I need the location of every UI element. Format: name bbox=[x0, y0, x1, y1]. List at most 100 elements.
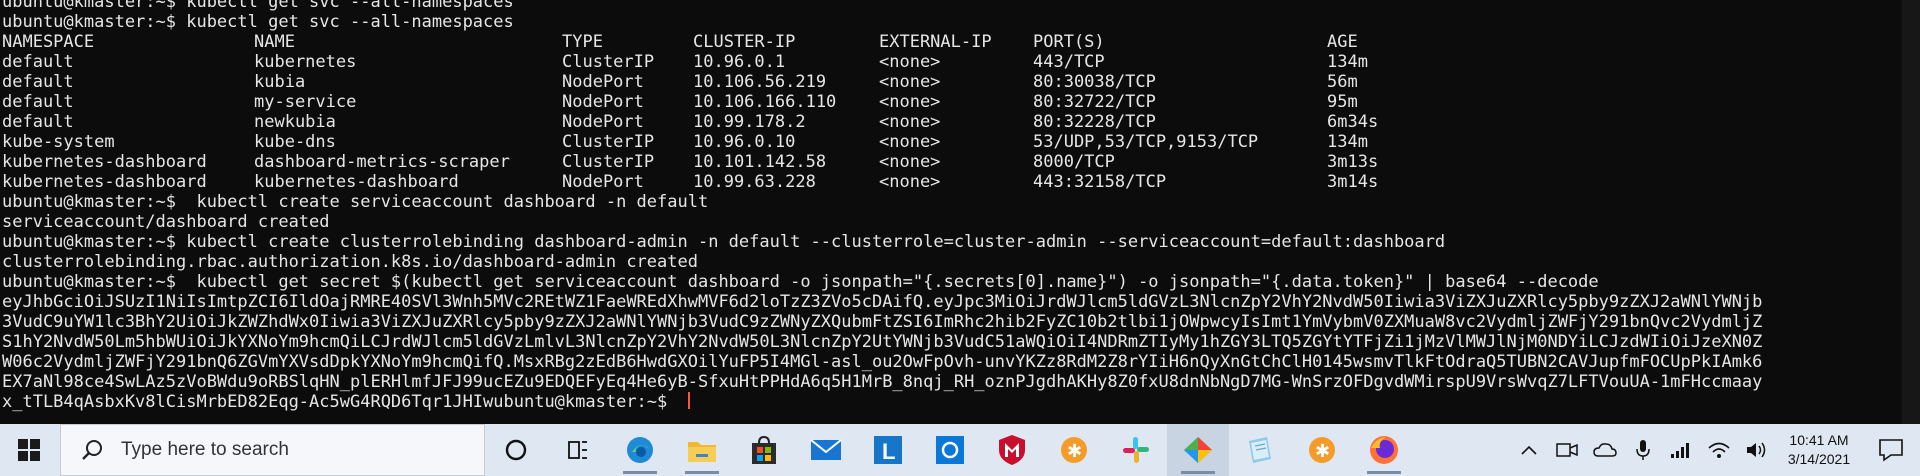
wifi-icon[interactable] bbox=[1700, 424, 1738, 476]
cell-cluster-ip: 10.106.166.110 bbox=[693, 92, 837, 112]
cell-external-ip: <none> bbox=[879, 92, 941, 112]
token-output-line: S1hY2NvdW50Lm5hbWUiOiJkYXNoYm9hcmQiLCJrd… bbox=[2, 332, 1763, 352]
cell-namespace: default bbox=[2, 52, 74, 72]
table-header-row: NAMESPACE NAME TYPE CLUSTER-IP EXTERNAL-… bbox=[2, 32, 1912, 52]
table-row: default newkubia NodePort 10.99.178.2 <n… bbox=[2, 112, 1912, 132]
cell-cluster-ip: 10.106.56.219 bbox=[693, 72, 827, 92]
search-input[interactable] bbox=[119, 438, 453, 462]
cell-age: 56m bbox=[1327, 72, 1358, 92]
cell-name: dashboard-metrics-scraper bbox=[254, 152, 510, 172]
cell-ports: 80:32722/TCP bbox=[1033, 92, 1156, 112]
col-name-header: NAME bbox=[254, 32, 295, 52]
cell-ports: 443/TCP bbox=[1033, 52, 1105, 72]
start-button[interactable] bbox=[0, 424, 58, 476]
slack-icon[interactable] bbox=[1105, 424, 1167, 476]
cell-cluster-ip: 10.99.178.2 bbox=[693, 112, 806, 132]
col-external-ip-header: EXTERNAL-IP bbox=[879, 32, 992, 52]
token-output-line: W06c2VydmljZWFjY291bnQ6ZGVmYXVsdDpkYXNoY… bbox=[2, 352, 1763, 372]
store-icon[interactable] bbox=[733, 424, 795, 476]
cell-age: 3m13s bbox=[1327, 152, 1379, 172]
volume-icon[interactable] bbox=[1738, 424, 1776, 476]
svg-text:✱: ✱ bbox=[1067, 441, 1082, 462]
prompt-text: x_tTLB4qAsbxKv8lCisMrbED82Eqg-Ac5wG4RQD6… bbox=[2, 392, 678, 412]
mcafee-icon[interactable] bbox=[981, 424, 1043, 476]
mail-icon[interactable] bbox=[795, 424, 857, 476]
table-row: default kubernetes ClusterIP 10.96.0.1 <… bbox=[2, 52, 1912, 72]
terminal-line: ubuntu@kmaster:~$ kubectl get secret $(k… bbox=[2, 272, 1599, 292]
cell-name: my-service bbox=[254, 92, 357, 112]
terminal-window[interactable]: ubuntu@kmaster:~$ kubectl get svc --all-… bbox=[0, 0, 1920, 424]
cell-external-ip: <none> bbox=[879, 72, 941, 92]
terminal-line: ubuntu@kmaster:~$ kubectl create cluster… bbox=[2, 232, 1446, 252]
microphone-icon[interactable] bbox=[1624, 424, 1662, 476]
clock-time: 10:41 AM bbox=[1789, 432, 1849, 448]
cell-namespace: default bbox=[2, 92, 74, 112]
network-icon[interactable] bbox=[1662, 424, 1700, 476]
notification-icon bbox=[1879, 439, 1903, 462]
cell-ports: 80:30038/TCP bbox=[1033, 72, 1156, 92]
col-namespace-header: NAMESPACE bbox=[2, 32, 95, 52]
col-ports-header: PORT(S) bbox=[1033, 32, 1105, 52]
terminal-output: ubuntu@kmaster:~$ kubectl get svc --all-… bbox=[2, 0, 1912, 412]
taskbar-clock[interactable]: 10:41 AM 3/14/2021 bbox=[1776, 431, 1862, 469]
orange-app-icon[interactable]: ✱ bbox=[1043, 424, 1105, 476]
prompt-line: x_tTLB4qAsbxKv8lCisMrbED82Eqg-Ac5wG4RQD6… bbox=[2, 392, 1912, 412]
cell-name: kubernetes bbox=[254, 52, 357, 72]
terminal-line: serviceaccount/dashboard created bbox=[2, 212, 330, 232]
cell-age: 134m bbox=[1327, 132, 1368, 152]
cell-cluster-ip: 10.101.142.58 bbox=[693, 152, 827, 172]
onedrive-icon[interactable] bbox=[1586, 424, 1624, 476]
cell-type: ClusterIP bbox=[562, 52, 655, 72]
cell-name: newkubia bbox=[254, 112, 336, 132]
table-row: kubernetes-dashboard kubernetes-dashboar… bbox=[2, 172, 1912, 192]
chevron-up-icon[interactable] bbox=[1510, 424, 1548, 476]
terminal-scrollbar[interactable] bbox=[1902, 0, 1920, 424]
notepad-icon[interactable] bbox=[1229, 424, 1291, 476]
cell-ports: 53/UDP,53/TCP,9153/TCP bbox=[1033, 132, 1259, 152]
action-center-button[interactable] bbox=[1862, 424, 1920, 476]
firefox-icon[interactable] bbox=[1353, 424, 1415, 476]
colorful-app-icon[interactable] bbox=[1167, 424, 1229, 476]
l-app-icon[interactable]: L bbox=[857, 424, 919, 476]
cell-type: NodePort bbox=[562, 92, 644, 112]
cell-external-ip: <none> bbox=[879, 172, 941, 192]
cell-ports: 443:32158/TCP bbox=[1033, 172, 1167, 192]
svg-text:L: L bbox=[882, 439, 895, 464]
cell-type: NodePort bbox=[562, 72, 644, 92]
table-row: kubernetes-dashboard dashboard-metrics-s… bbox=[2, 152, 1912, 172]
cell-type: NodePort bbox=[562, 172, 644, 192]
cell-ports: 8000/TCP bbox=[1033, 152, 1115, 172]
table-row: default my-service NodePort 10.106.166.1… bbox=[2, 92, 1912, 112]
terminal-line: clusterrolebinding.rbac.authorization.k8… bbox=[2, 252, 698, 272]
blue-app-icon[interactable] bbox=[919, 424, 981, 476]
edge-icon[interactable] bbox=[609, 424, 671, 476]
cell-namespace: kube-system bbox=[2, 132, 115, 152]
task-view-icon[interactable] bbox=[547, 424, 609, 476]
cortana-icon[interactable] bbox=[485, 424, 547, 476]
cell-cluster-ip: 10.96.0.1 bbox=[693, 52, 786, 72]
cell-name: kubia bbox=[254, 72, 306, 92]
file-explorer-icon[interactable] bbox=[671, 424, 733, 476]
cell-cluster-ip: 10.96.0.10 bbox=[693, 132, 796, 152]
cell-external-ip: <none> bbox=[879, 112, 941, 132]
cell-external-ip: <none> bbox=[879, 52, 941, 72]
col-type-header: TYPE bbox=[562, 32, 603, 52]
windows-logo-icon bbox=[18, 439, 40, 461]
token-output-line: EX7aNl98ce4SwLAz5zVoBWdu9oRBSlqHN_plERHl… bbox=[2, 372, 1763, 392]
clock-date: 3/14/2021 bbox=[1787, 451, 1851, 467]
svg-text:✱: ✱ bbox=[1315, 441, 1330, 462]
table-row: default kubia NodePort 10.106.56.219 <no… bbox=[2, 72, 1912, 92]
cell-name: kubernetes-dashboard bbox=[254, 172, 459, 192]
col-cluster-ip-header: CLUSTER-IP bbox=[693, 32, 796, 52]
orange-app-2-icon[interactable]: ✱ bbox=[1291, 424, 1353, 476]
cell-name: kube-dns bbox=[254, 132, 336, 152]
cell-external-ip: <none> bbox=[879, 132, 941, 152]
cell-type: NodePort bbox=[562, 112, 644, 132]
cell-type: ClusterIP bbox=[562, 152, 655, 172]
cell-type: ClusterIP bbox=[562, 132, 655, 152]
cell-namespace: default bbox=[2, 72, 74, 92]
terminal-line: ubuntu@kmaster:~$ kubectl get svc --all-… bbox=[2, 0, 514, 12]
meet-now-icon[interactable] bbox=[1548, 424, 1586, 476]
taskbar-search-box[interactable] bbox=[60, 424, 485, 476]
cell-namespace: default bbox=[2, 112, 74, 132]
